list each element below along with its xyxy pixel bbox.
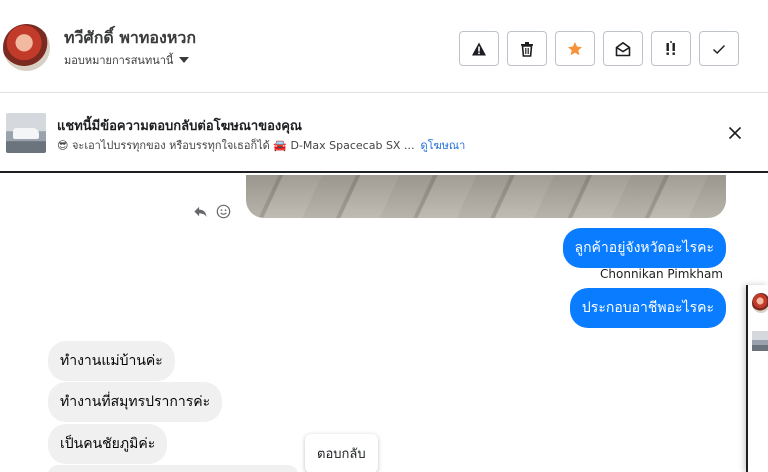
incoming-message[interactable]: ทำงานที่สมุทรปราการค่ะ xyxy=(48,382,223,422)
mark-done-button[interactable] xyxy=(699,31,739,66)
incoming-message[interactable]: ทำงานแม่บ้านค่ะ xyxy=(48,341,175,381)
assign-conversation-dropdown[interactable]: มอบหมายการสนทนานี้ xyxy=(64,51,190,69)
incoming-message[interactable] xyxy=(48,465,298,472)
check-icon xyxy=(713,44,726,54)
report-spam-button[interactable] xyxy=(459,31,499,66)
side-contact-avatar[interactable] xyxy=(752,293,768,313)
assign-label: มอบหมายการสนทนานี้ xyxy=(64,54,174,67)
side-chat-panel xyxy=(746,285,768,472)
outgoing-message[interactable]: ลูกค้าอยู่จังหวัดอะไรคะ xyxy=(562,228,726,268)
reply-icon[interactable] xyxy=(193,204,208,219)
incoming-message[interactable]: เป็นคนชัยภูมิค่ะ xyxy=(48,424,168,464)
reply-tooltip: ตอบกลับ xyxy=(305,434,378,472)
ad-caption: 😎 จะเอาไปบรรทุกของ หรือบรรทุกใจเธอก็ได้ … xyxy=(57,139,415,152)
outgoing-message[interactable]: ประกอบอาชีพอะไรคะ xyxy=(569,288,726,328)
ad-reply-banner: แชทนี้มีข้อความตอบกลับต่อโฆษณาของคุณ 😎 จ… xyxy=(0,93,768,173)
delete-button[interactable] xyxy=(507,31,547,66)
caret-down-icon xyxy=(179,57,190,63)
message-hover-tools xyxy=(193,204,231,219)
contact-avatar[interactable] xyxy=(3,24,50,71)
sender-name: Chonnikan Pimkham xyxy=(600,267,723,281)
warning-icon xyxy=(472,42,486,55)
star-button[interactable] xyxy=(555,31,595,66)
contact-name[interactable]: ทวีศักดิ์ พาทองหวก xyxy=(64,26,196,51)
follow-up-icon xyxy=(666,40,675,55)
react-emoji-icon[interactable] xyxy=(216,204,231,219)
side-ad-thumbnail[interactable] xyxy=(752,331,768,351)
star-icon xyxy=(568,41,582,55)
close-banner-button[interactable] xyxy=(726,124,744,142)
message-thread[interactable]: ลูกค้าอยู่จังหวัดอะไรคะ Chonnikan Pimkha… xyxy=(0,175,745,472)
close-icon xyxy=(728,126,742,140)
conversation-header: ทวีศักดิ์ พาทองหวก มอบหมายการสนทนานี้ xyxy=(0,0,768,93)
conversation-actions xyxy=(459,31,739,66)
view-ad-link[interactable]: ดูโฆษณา xyxy=(420,139,465,152)
ad-banner-subtitle: 😎 จะเอาไปบรรทุกของ หรือบรรทุกใจเธอก็ได้ … xyxy=(57,136,465,154)
trash-icon xyxy=(521,41,533,57)
envelope-open-icon xyxy=(615,41,631,56)
shared-photo[interactable] xyxy=(246,175,726,218)
ad-banner-title: แชทนี้มีข้อความตอบกลับต่อโฆษณาของคุณ xyxy=(57,119,302,134)
ad-thumbnail[interactable] xyxy=(6,113,46,153)
follow-up-button[interactable] xyxy=(651,31,691,66)
mark-unread-button[interactable] xyxy=(603,31,643,66)
